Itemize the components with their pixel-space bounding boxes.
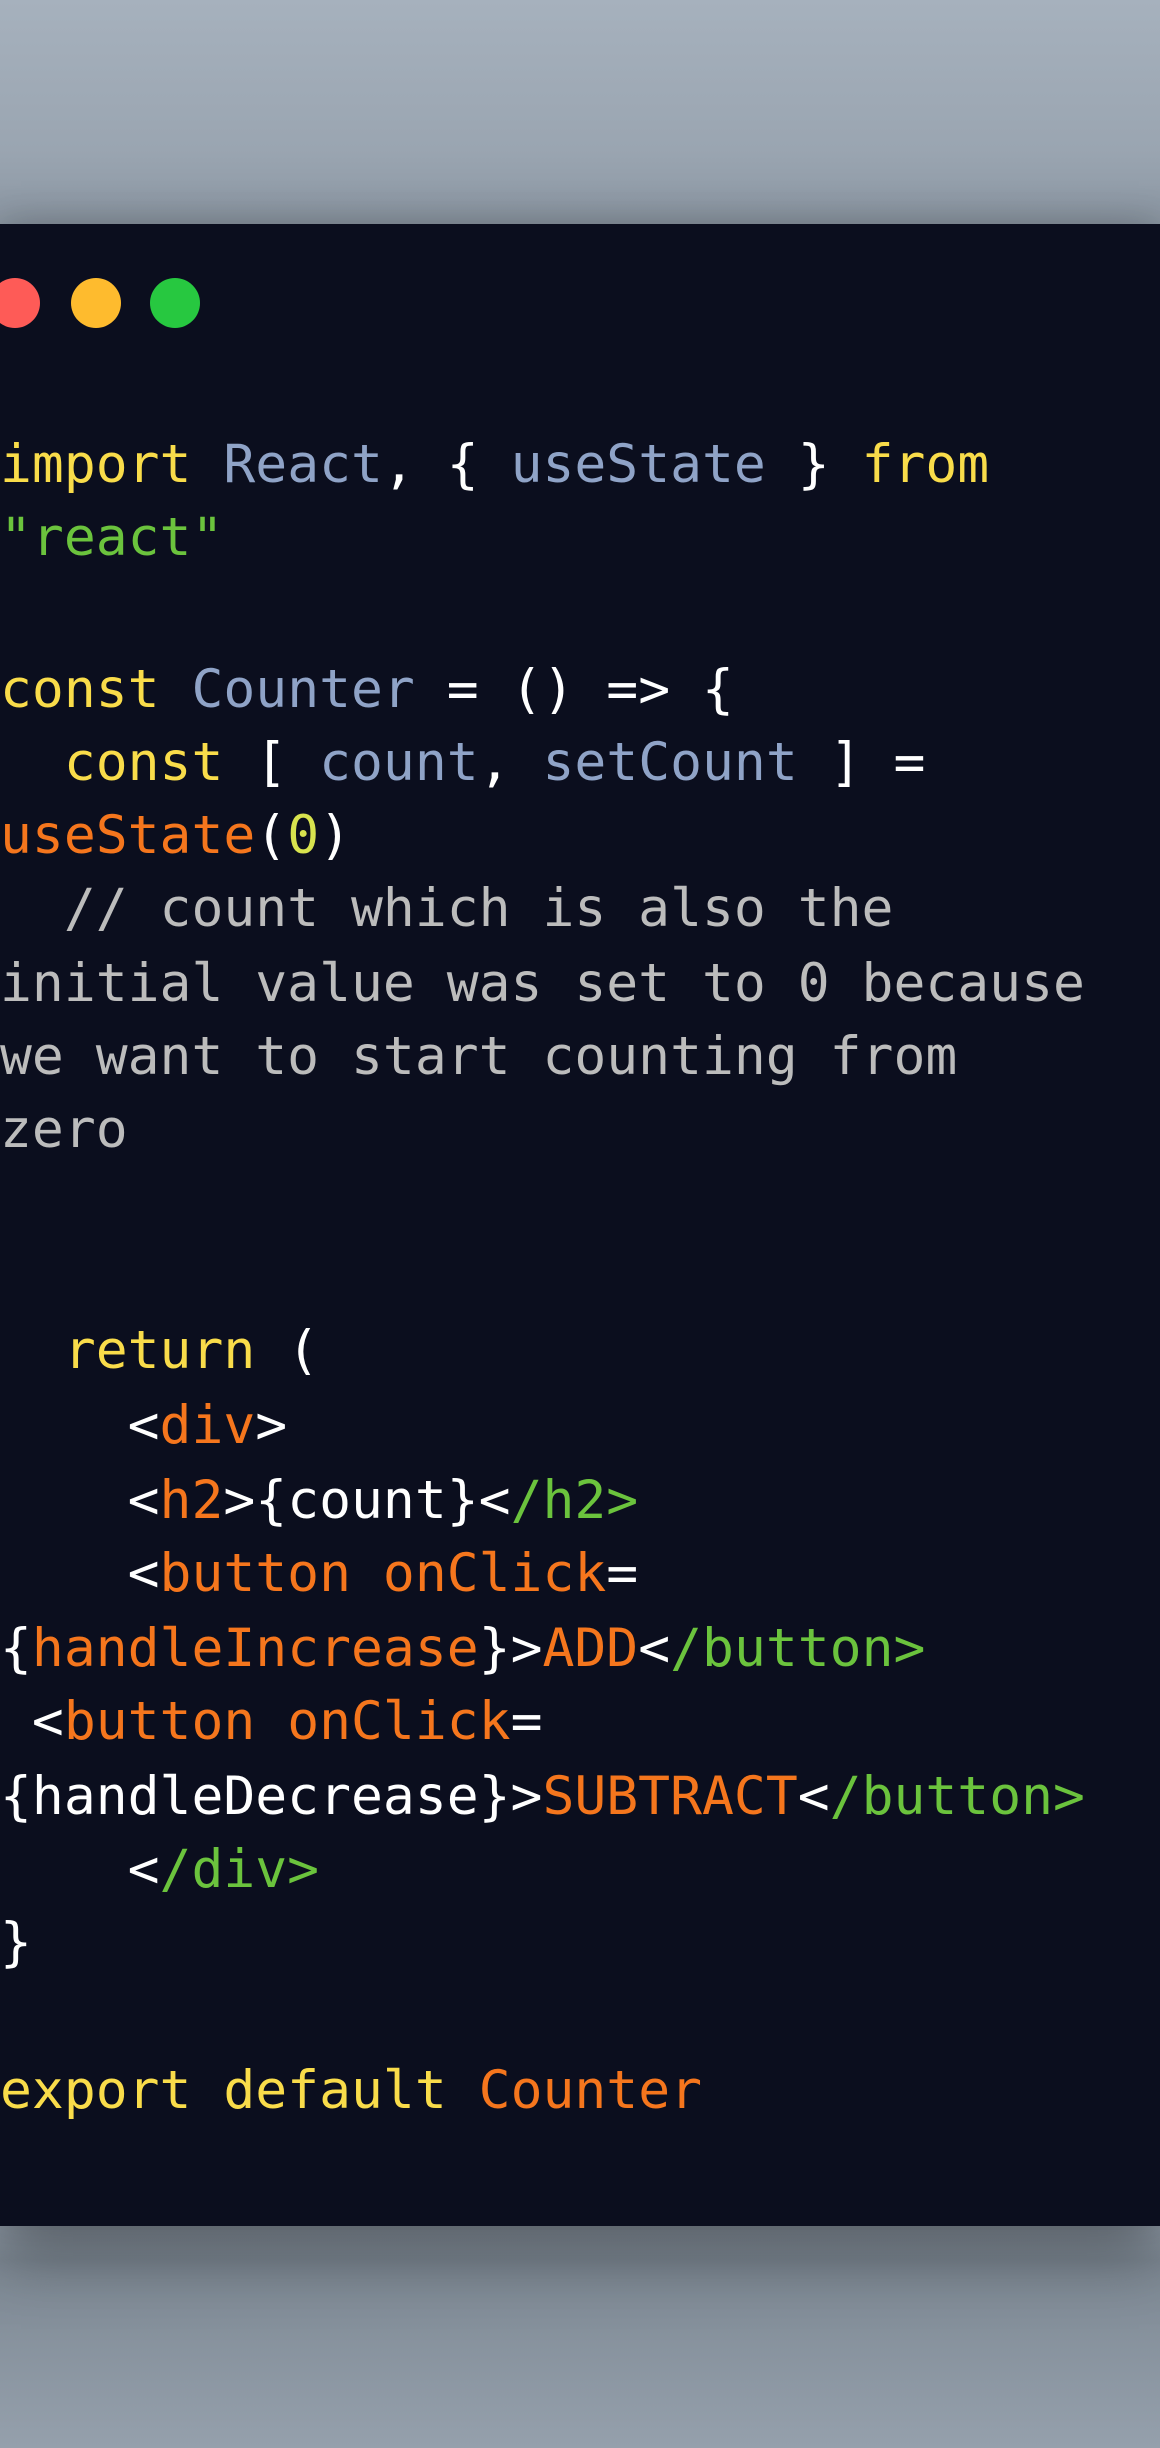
code-block: import React, { useState } from "react" co… — [0, 428, 1160, 2127]
code-token-plain: ( — [255, 805, 288, 866]
code-token-plain: = — [510, 1691, 543, 1752]
code-line: {handleIncrease}>ADD</button> — [0, 1612, 1160, 1685]
code-token-identifier: Counter — [191, 659, 415, 720]
code-token-identifier: setCount — [542, 732, 798, 793]
code-token-plain: { — [0, 1618, 32, 1679]
code-token-function: button onClick — [63, 1691, 511, 1752]
code-token-function: Counter — [478, 2060, 703, 2121]
code-token-plain: = — [606, 1543, 639, 1604]
code-token-plain: } — [765, 434, 862, 495]
code-token-identifier: React — [223, 434, 383, 495]
code-line: } — [0, 1906, 1160, 1979]
code-line: const Counter = () => { — [0, 653, 1160, 726]
code-line: zero — [0, 1093, 1160, 1166]
code-line: "react" — [0, 501, 1160, 574]
code-token-plain: , { — [382, 434, 511, 495]
code-token-keyword: const — [0, 659, 160, 720]
code-token-plain: [ — [223, 732, 320, 793]
code-token-string: /h2> — [510, 1470, 639, 1531]
code-token-keyword: import — [0, 434, 192, 495]
code-token-plain: < — [0, 1543, 160, 1604]
code-line: const [ count, setCount ] = — [0, 726, 1160, 799]
code-token-function: div — [159, 1395, 256, 1456]
code-token-plain: < — [797, 1766, 830, 1827]
code-token-plain: < — [0, 1839, 160, 1900]
code-token-plain: }> — [478, 1618, 543, 1679]
code-token-plain: < — [0, 1470, 160, 1531]
code-token-keyword: export default — [0, 2060, 447, 2121]
code-line: // count which is also the — [0, 872, 1160, 945]
code-token-string: /div> — [159, 1839, 320, 1900]
code-token-identifier: count — [319, 732, 479, 793]
code-token-string: "react" — [0, 507, 224, 568]
code-token-function: useState — [0, 805, 256, 866]
code-token-plain: ] = — [797, 732, 926, 793]
code-line: </div> — [0, 1833, 1160, 1906]
code-token-plain: < — [0, 1691, 64, 1752]
code-line: initial value was set to 0 because — [0, 947, 1160, 1020]
minimize-window-button[interactable] — [71, 278, 121, 328]
code-line: <h2>{count}</h2> — [0, 1464, 1160, 1537]
code-line: useState(0) — [0, 799, 1160, 872]
code-token-keyword: return — [63, 1320, 256, 1381]
code-token-comment: zero — [0, 1099, 128, 1160]
code-token-function: handleIncrease — [31, 1618, 479, 1679]
code-token-function: h2 — [159, 1470, 224, 1531]
code-token-plain: > — [255, 1395, 288, 1456]
code-token-comment: initial value was set to 0 because — [0, 953, 1085, 1014]
code-line: <div> — [0, 1389, 1160, 1462]
code-token-comment: we want to start counting from — [0, 1026, 958, 1087]
code-token-plain: >{count}< — [223, 1470, 511, 1531]
code-token-string: /button> — [829, 1766, 1085, 1827]
code-token-plain: < — [638, 1618, 671, 1679]
code-line: we want to start counting from — [0, 1020, 1160, 1093]
code-token-plain: < — [0, 1395, 160, 1456]
code-token-keyword: const — [63, 732, 224, 793]
code-token-plain: ) — [319, 805, 352, 866]
code-token-plain: {handleDecrease}> — [0, 1766, 543, 1827]
code-token-comment: // count which is also the — [0, 878, 894, 939]
code-token-function: ADD — [542, 1618, 639, 1679]
code-token-plain: = () => { — [414, 659, 734, 720]
code-token-plain: , — [478, 732, 543, 793]
code-token-function: button onClick — [159, 1543, 607, 1604]
code-token-identifier: useState — [510, 434, 766, 495]
code-line: import React, { useState } from — [0, 428, 1160, 501]
code-line: <button onClick= — [0, 1537, 1160, 1610]
code-token-plain: } — [0, 1912, 32, 1973]
code-token-number: 0 — [287, 805, 320, 866]
code-token-string: /button> — [670, 1618, 926, 1679]
code-line: <button onClick= — [0, 1685, 1160, 1758]
code-token-plain: ( — [255, 1320, 320, 1381]
code-line: return ( — [0, 1314, 1160, 1387]
code-token-keyword: from — [861, 434, 990, 495]
zoom-window-button[interactable] — [150, 278, 200, 328]
code-token-function: SUBTRACT — [542, 1766, 798, 1827]
code-line: {handleDecrease}>SUBTRACT</button> — [0, 1760, 1160, 1833]
code-line: export default Counter — [0, 2054, 1160, 2127]
